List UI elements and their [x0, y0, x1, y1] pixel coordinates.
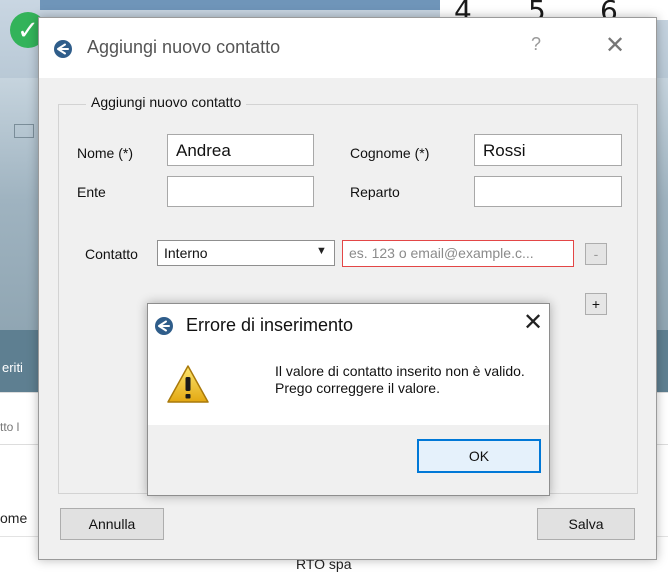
background-search-hint: tto l: [0, 420, 20, 434]
help-button[interactable]: ?: [531, 34, 541, 55]
group-title: Aggiungi nuovo contatto: [86, 94, 247, 110]
cognome-input[interactable]: Rossi: [474, 134, 622, 166]
error-message: Il valore di contatto inserito non è val…: [275, 363, 525, 397]
nome-label: Nome (*): [77, 145, 134, 161]
contatto-type-select[interactable]: Interno ▼: [157, 240, 335, 266]
contatto-label: Contatto: [85, 246, 138, 262]
reparto-input[interactable]: [474, 176, 622, 207]
contatto-value-input[interactable]: es. 123 o email@example.c...: [342, 240, 574, 267]
error-dialog-title: Errore di inserimento: [186, 315, 354, 335]
close-button[interactable]: ✕: [605, 31, 625, 60]
app-logo-icon: [54, 40, 72, 58]
mail-icon: [14, 124, 34, 138]
background-favorites-label: eriti: [2, 360, 23, 375]
dialog-title: Aggiungi nuovo contatto: [87, 37, 281, 57]
app-logo-icon: [155, 317, 173, 335]
ente-input[interactable]: [167, 176, 314, 207]
add-contact-button[interactable]: +: [585, 293, 607, 315]
remove-contact-button[interactable]: -: [585, 243, 607, 265]
cancel-button[interactable]: Annulla: [60, 508, 164, 540]
save-button[interactable]: Salva: [537, 508, 635, 540]
background-column-header: ome: [0, 510, 28, 526]
nome-input[interactable]: Andrea: [167, 134, 314, 166]
background-toolbar: [40, 0, 440, 10]
ok-button[interactable]: OK: [417, 439, 541, 473]
error-message-line: Prego correggere il valore.: [275, 380, 440, 396]
ente-label: Ente: [77, 184, 106, 200]
error-close-button[interactable]: ✕: [523, 308, 543, 337]
dropdown-arrow-icon: ▼: [316, 245, 327, 257]
error-message-line: Il valore di contatto inserito non è val…: [275, 363, 525, 379]
cognome-label: Cognome (*): [350, 145, 430, 161]
reparto-label: Reparto: [350, 184, 400, 200]
contatto-type-value: Interno: [164, 245, 208, 261]
error-dialog: Errore di inserimento ✕ Il valore di con…: [147, 303, 550, 496]
warning-icon: [166, 364, 210, 409]
